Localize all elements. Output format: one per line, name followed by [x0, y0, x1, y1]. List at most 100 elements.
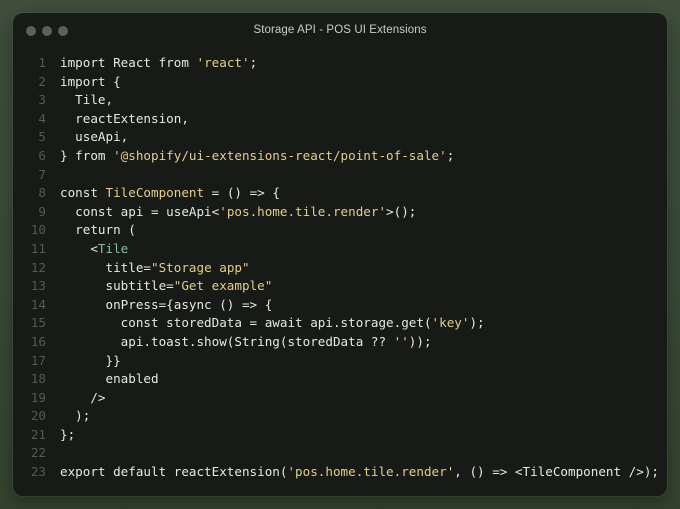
code-line: 20 );: [13, 407, 667, 426]
code-text: reactExtension,: [60, 110, 189, 129]
code-text: />: [60, 389, 106, 408]
code-token: <: [60, 240, 98, 256]
code-line: 5 useApi,: [13, 128, 667, 147]
line-number: 1: [38, 55, 46, 70]
code-text: const TileComponent = () => {: [60, 184, 280, 203]
code-text: const api = useApi<'pos.home.tile.render…: [60, 203, 416, 222]
code-token: title=: [60, 259, 151, 275]
line-number: 8: [38, 185, 46, 201]
line-number: 12: [30, 259, 46, 275]
line-number: 10: [30, 222, 46, 238]
code-line: 4 reactExtension,: [13, 110, 667, 129]
code-token: const storedData = await api.storage.get…: [60, 315, 432, 331]
line-number: 3: [38, 92, 46, 108]
code-text: import React from 'react';: [60, 54, 257, 73]
code-token: };: [60, 426, 76, 442]
code-token: api.toast.show(String(storedData ??: [60, 333, 394, 349]
line-number: 20: [30, 408, 46, 424]
code-text: };: [60, 426, 75, 445]
code-token: );: [469, 315, 485, 331]
code-text: import {: [60, 73, 121, 92]
code-text: const storedData = await api.storage.get…: [60, 314, 485, 333]
code-text: }}: [60, 352, 121, 371]
code-text: } from '@shopify/ui-extensions-react/poi…: [60, 147, 454, 166]
line-number: 13: [30, 278, 46, 294]
code-text: Tile,: [60, 91, 113, 110]
line-number: 4: [38, 110, 46, 126]
code-text: <Tile: [60, 240, 128, 259]
code-string-token: "Storage app": [151, 259, 250, 275]
code-line: 12 title="Storage app": [13, 259, 667, 278]
code-token: return (: [60, 222, 136, 238]
line-number: 16: [30, 333, 46, 349]
code-line: 6 } from '@shopify/ui-extensions-react/po…: [13, 147, 667, 166]
code-string-token: '': [393, 333, 409, 349]
code-text: );: [60, 407, 90, 426]
code-line: 7: [13, 166, 667, 185]
code-token: } from: [60, 147, 114, 163]
code-window: Storage API - POS UI Extensions 1 import …: [13, 13, 667, 496]
code-token: import {: [60, 73, 121, 89]
code-token: }}: [60, 352, 121, 368]
line-number: 7: [38, 166, 46, 182]
line-number: 22: [30, 445, 46, 461]
code-text: export default reactExtension('pos.home.…: [60, 463, 659, 482]
code-token: subtitle=: [60, 278, 174, 294]
code-token: reactExtension,: [60, 110, 189, 126]
code-line: 2 import {: [13, 73, 667, 92]
code-token: Tile,: [60, 92, 114, 108]
line-number: 5: [38, 129, 46, 145]
code-token: enabled: [60, 371, 159, 387]
code-text: api.toast.show(String(storedData ?? ''))…: [60, 333, 432, 352]
code-string-token: 'react': [196, 55, 250, 70]
line-number: 6: [38, 147, 46, 163]
code-editor[interactable]: 1 import React from 'react'; 2 import { 3 Ti…: [13, 54, 667, 482]
code-token: const api = useApi<: [60, 203, 220, 219]
code-token: );: [60, 408, 91, 424]
code-line: 18 enabled: [13, 370, 667, 389]
line-number: 23: [30, 464, 46, 480]
code-string-token: 'pos.home.tile.render': [219, 203, 387, 219]
window-title: Storage API - POS UI Extensions: [253, 24, 427, 36]
code-token: />: [60, 389, 106, 405]
line-number: 14: [30, 296, 46, 312]
code-line: 16 api.toast.show(String(storedData ?? '…: [13, 333, 667, 352]
code-string-token: '@shopify/ui-extensions-react/point-of-s…: [113, 147, 447, 163]
code-line: 9 const api = useApi<'pos.home.tile.rend…: [13, 203, 667, 222]
code-line: 22: [13, 444, 667, 463]
line-number: 17: [30, 352, 46, 368]
code-line: 8 const TileComponent = () => {: [13, 184, 667, 203]
code-line: 11 <Tile: [13, 240, 667, 259]
code-line: 10 return (: [13, 221, 667, 240]
code-text: return (: [60, 221, 136, 240]
code-token: = () => {: [204, 185, 280, 201]
code-text: useApi,: [60, 128, 128, 147]
line-number: 21: [30, 426, 46, 442]
code-token: ;: [249, 55, 258, 70]
code-token: useApi,: [60, 129, 129, 145]
code-text: enabled: [60, 370, 159, 389]
code-line: 21};: [13, 426, 667, 445]
code-line: 14 onPress={async () => {: [13, 296, 667, 315]
code-tag-token: Tile: [97, 240, 129, 256]
line-number: 18: [30, 371, 46, 387]
code-token: import React from: [60, 55, 197, 70]
line-number: 2: [38, 73, 46, 89]
code-string-token: TileComponent: [105, 185, 205, 201]
code-token: , () => <TileComponent />);: [454, 464, 659, 480]
code-line: 3 Tile,: [13, 91, 667, 110]
code-token: onPress={async () => {: [60, 296, 273, 312]
code-line: 15 const storedData = await api.storage.…: [13, 314, 667, 333]
line-number: 19: [30, 389, 46, 405]
code-string-token: 'key': [431, 315, 470, 331]
title-bar: Storage API - POS UI Extensions: [13, 13, 667, 49]
code-text: onPress={async () => {: [60, 296, 272, 315]
code-token: >();: [386, 203, 417, 219]
code-line: 23 export default reactExtension('pos.hom…: [13, 463, 667, 482]
code-line: 13 subtitle="Get example": [13, 277, 667, 296]
line-number: 11: [30, 240, 46, 256]
code-token: ));: [408, 333, 432, 349]
code-token: export default reactExtension(: [60, 464, 288, 480]
code-text: title="Storage app": [60, 259, 250, 278]
code-line: 1 import React from 'react';: [13, 54, 667, 73]
